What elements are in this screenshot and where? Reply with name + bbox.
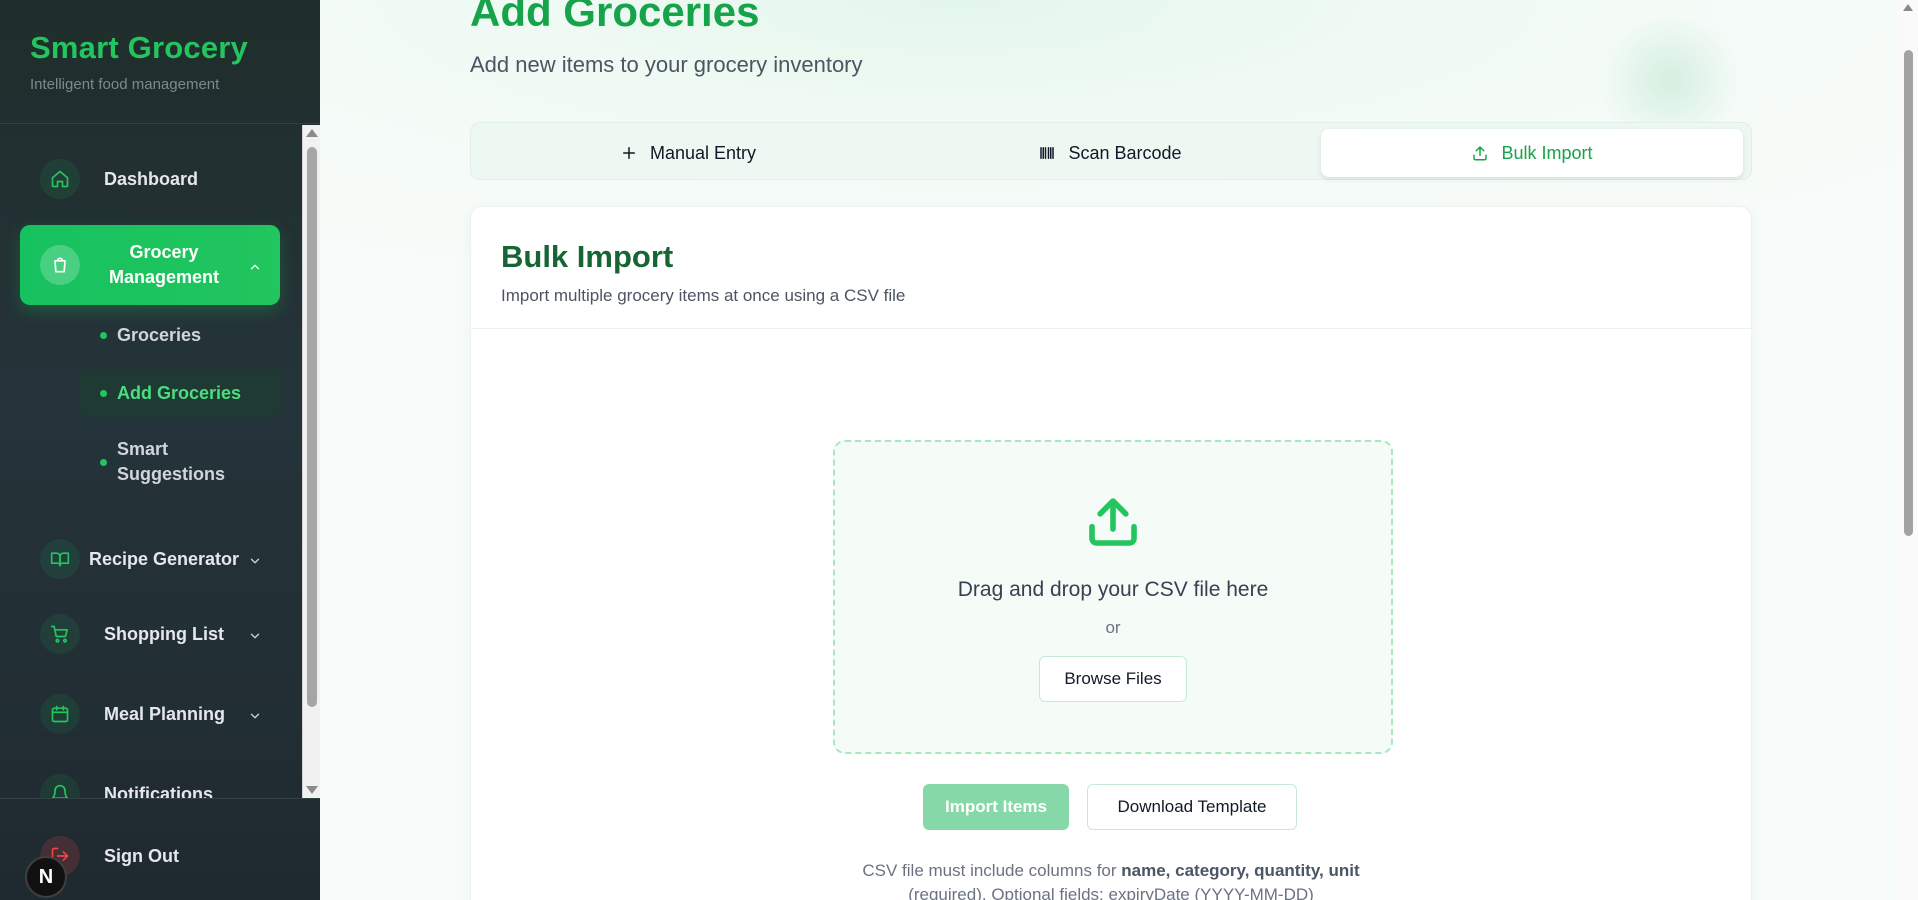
scroll-down-arrow-icon[interactable]	[306, 786, 318, 794]
sidebar-subitem-label: Smart Suggestions	[117, 439, 226, 484]
tab-label: Manual Entry	[649, 142, 757, 163]
sidebar-subitem-label: Add Groceries	[117, 382, 242, 403]
sidebar-item-label: Recipe Generator	[88, 548, 240, 569]
hint-prefix: CSV file must include columns for	[862, 861, 1117, 880]
sidebar-subitem-add-groceries[interactable]: Add Groceries	[80, 369, 280, 417]
dropzone-or-text: or	[1105, 618, 1121, 637]
sidebar-item-meal-planning[interactable]: Meal Planning	[20, 694, 280, 734]
sidebar-subitem-label: Groceries	[117, 324, 202, 345]
scroll-up-arrow-icon[interactable]	[306, 129, 318, 137]
home-icon	[40, 159, 80, 199]
hint-required-columns: name, category, quantity, unit	[1121, 861, 1360, 880]
sidebar-subitem-groceries[interactable]: Groceries	[80, 313, 280, 357]
sidebar-subitem-smart-suggestions[interactable]: Smart Suggestions	[80, 434, 280, 490]
card-header: Bulk Import Import multiple grocery item…	[471, 207, 1751, 329]
sidebar-item-label: Dashboard	[104, 168, 199, 189]
calendar-icon	[40, 694, 80, 734]
sidebar-item-dashboard[interactable]: Dashboard	[20, 159, 280, 199]
tab-bar: Manual Entry Scan Barcode Bulk Import	[470, 122, 1752, 180]
bell-icon	[40, 774, 80, 798]
tab-bulk-import[interactable]: Bulk Import	[1321, 129, 1743, 177]
scroll-up-arrow-icon[interactable]	[1903, 4, 1913, 11]
page-scrollbar-thumb[interactable]	[1904, 50, 1913, 536]
sidebar-item-label: Grocery Management	[108, 242, 220, 287]
main-content: Add Groceries Add new items to your groc…	[320, 0, 1918, 900]
bullet-icon	[100, 331, 107, 339]
tab-scan-barcode[interactable]: Scan Barcode	[899, 129, 1321, 177]
card-title: Bulk Import	[501, 239, 674, 274]
sidebar-item-grocery-management[interactable]: Grocery Management	[20, 225, 280, 305]
chevron-down-icon[interactable]	[248, 627, 262, 641]
plus-icon	[622, 147, 635, 159]
sidebar-item-label: Meal Planning	[104, 703, 226, 724]
download-template-button[interactable]: Download Template	[1087, 784, 1297, 830]
bulk-import-card: Bulk Import Import multiple grocery item…	[470, 206, 1752, 900]
book-open-icon	[40, 539, 80, 579]
csv-format-hint: CSV file must include columns for name, …	[471, 859, 1751, 900]
browse-files-button[interactable]: Browse Files	[1039, 656, 1187, 702]
upload-icon	[1085, 494, 1141, 550]
shopping-bag-icon	[40, 245, 80, 285]
chevron-up-icon[interactable]	[248, 258, 262, 272]
tab-label: Bulk Import	[1501, 142, 1593, 163]
chevron-down-icon[interactable]	[248, 552, 262, 566]
bullet-icon	[100, 458, 107, 466]
scrollbar-thumb[interactable]	[307, 147, 317, 707]
barcode-icon	[1040, 147, 1055, 159]
sign-out-label: Sign Out	[104, 845, 179, 866]
dev-indicator-badge[interactable]: N	[25, 856, 67, 898]
shopping-cart-icon	[40, 614, 80, 654]
brand: Smart Grocery Intelligent food managemen…	[30, 30, 248, 93]
sidebar-item-label: Notifications	[104, 783, 214, 799]
page-scrollbar[interactable]	[1898, 0, 1918, 900]
hint-suffix: (required). Optional fields: expiryDate …	[908, 885, 1314, 900]
upload-icon	[1473, 146, 1488, 161]
sidebar-item-notifications[interactable]: Notifications	[20, 774, 280, 798]
import-items-button[interactable]: Import Items	[923, 784, 1069, 830]
brand-title: Smart Grocery	[30, 30, 248, 65]
tab-label: Scan Barcode	[1068, 142, 1182, 163]
sidebar-item-recipe-generator[interactable]: Recipe Generator	[20, 529, 280, 589]
card-subtitle: Import multiple grocery items at once us…	[501, 286, 906, 305]
sidebar-nav: Dashboard Grocery Management Groceries A…	[0, 125, 302, 798]
bullet-icon	[100, 389, 107, 397]
page-title: Add Groceries	[470, 0, 760, 35]
tab-manual-entry[interactable]: Manual Entry	[477, 129, 899, 177]
sidebar-item-label: Shopping List	[104, 623, 224, 644]
sidebar: Smart Grocery Intelligent food managemen…	[0, 0, 320, 900]
page-subtitle: Add new items to your grocery inventory	[470, 52, 863, 77]
sidebar-scrollbar[interactable]	[302, 125, 320, 798]
csv-dropzone[interactable]: Drag and drop your CSV file here or Brow…	[833, 440, 1393, 754]
sidebar-item-shopping-list[interactable]: Shopping List	[20, 614, 280, 654]
brand-subtitle: Intelligent food management	[30, 76, 220, 93]
grocery-management-row[interactable]: Grocery Management	[20, 242, 280, 287]
brand-divider	[0, 123, 320, 124]
chevron-down-icon[interactable]	[248, 707, 262, 721]
dropzone-instruction: Drag and drop your CSV file here	[957, 578, 1269, 601]
